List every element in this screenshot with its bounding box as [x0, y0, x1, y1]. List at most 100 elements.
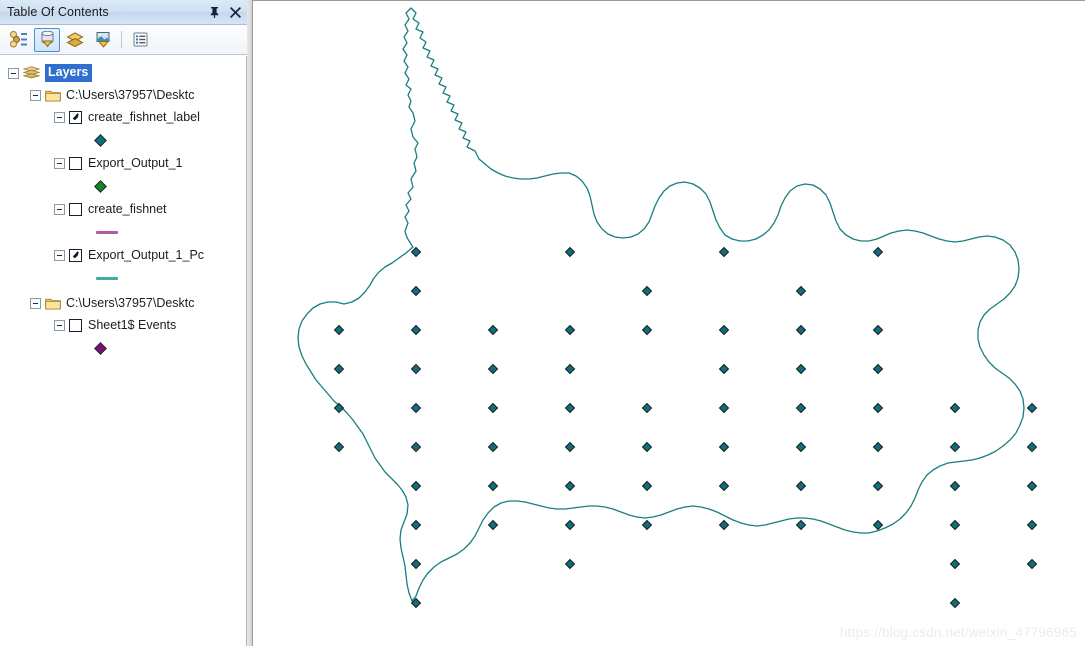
fishnet-label-point[interactable] [641, 441, 653, 453]
layer-tree[interactable]: Layers C:\Users\37957\Desktc create_fish… [0, 56, 247, 646]
fishnet-label-point[interactable] [718, 324, 730, 336]
fishnet-label-point[interactable] [564, 480, 576, 492]
fishnet-label-point[interactable] [795, 285, 807, 297]
expander-create-fishnet-label[interactable] [54, 111, 65, 123]
fishnet-label-point[interactable] [564, 246, 576, 258]
fishnet-label-point[interactable] [410, 519, 422, 531]
fishnet-label-point[interactable] [564, 519, 576, 531]
expander-sheet1-events[interactable] [54, 319, 65, 331]
expander-layers[interactable] [8, 67, 19, 79]
fishnet-label-point[interactable] [872, 246, 884, 258]
tree-label-group-0[interactable]: C:\Users\37957\Desktc [66, 89, 195, 102]
fishnet-label-point[interactable] [1026, 480, 1038, 492]
fishnet-label-point[interactable] [872, 480, 884, 492]
fishnet-label-point[interactable] [718, 246, 730, 258]
tree-node-layer-export-output-1[interactable]: Export_Output_1 [0, 152, 246, 174]
tree-label-sheet1-events[interactable]: Sheet1$ Events [88, 319, 176, 332]
fishnet-label-point[interactable] [1026, 402, 1038, 414]
fishnet-label-point[interactable] [564, 558, 576, 570]
fishnet-label-point[interactable] [333, 363, 345, 375]
fishnet-label-point[interactable] [872, 441, 884, 453]
fishnet-label-point[interactable] [564, 402, 576, 414]
tree-node-layer-create-fishnet[interactable]: create_fishnet [0, 198, 246, 220]
fishnet-label-point[interactable] [795, 363, 807, 375]
fishnet-label-point[interactable] [949, 402, 961, 414]
fishnet-label-point[interactable] [795, 402, 807, 414]
checkbox-sheet1-events[interactable] [69, 318, 82, 332]
checkbox-create-fishnet-label[interactable] [69, 110, 82, 124]
checkbox-export-output-1[interactable] [69, 156, 82, 170]
tree-node-layers[interactable]: Layers [0, 62, 246, 84]
tree-label-create-fishnet-label[interactable]: create_fishnet_label [88, 111, 200, 124]
pin-icon[interactable] [205, 3, 224, 22]
fishnet-label-point[interactable] [949, 519, 961, 531]
fishnet-label-point[interactable] [872, 324, 884, 336]
expander-group-0[interactable] [30, 89, 41, 101]
close-icon[interactable] [226, 3, 245, 22]
fishnet-label-point[interactable] [410, 285, 422, 297]
fishnet-label-point[interactable] [564, 363, 576, 375]
fishnet-label-point[interactable] [718, 441, 730, 453]
fishnet-label-point[interactable] [564, 324, 576, 336]
tree-label-export-output-1-pc[interactable]: Export_Output_1_Pc [88, 249, 204, 262]
expander-create-fishnet[interactable] [54, 203, 65, 215]
fishnet-label-point[interactable] [795, 480, 807, 492]
tree-node-group-1[interactable]: C:\Users\37957\Desktc [0, 292, 246, 314]
fishnet-label-point[interactable] [564, 441, 576, 453]
fishnet-label-point[interactable] [795, 519, 807, 531]
fishnet-label-point[interactable] [410, 558, 422, 570]
map-canvas[interactable]: https://blog.csdn.net/weixin_47796965 [252, 0, 1085, 646]
fishnet-label-point[interactable] [410, 441, 422, 453]
tree-label-group-1[interactable]: C:\Users\37957\Desktc [66, 297, 195, 310]
fishnet-label-point[interactable] [872, 363, 884, 375]
tree-label-layers[interactable]: Layers [45, 64, 93, 82]
fishnet-label-point[interactable] [872, 519, 884, 531]
list-by-selection-button[interactable] [90, 28, 116, 52]
tree-node-layer-sheet1-events[interactable]: Sheet1$ Events [0, 314, 246, 336]
fishnet-label-point[interactable] [410, 363, 422, 375]
fishnet-label-point[interactable] [872, 402, 884, 414]
fishnet-label-point[interactable] [410, 480, 422, 492]
fishnet-label-point[interactable] [1026, 558, 1038, 570]
fishnet-label-point[interactable] [949, 480, 961, 492]
fishnet-label-point[interactable] [487, 441, 499, 453]
fishnet-label-point[interactable] [641, 402, 653, 414]
fishnet-label-point[interactable] [410, 246, 422, 258]
list-by-visibility-button[interactable] [62, 28, 88, 52]
fishnet-label-point[interactable] [795, 441, 807, 453]
fishnet-label-point[interactable] [718, 480, 730, 492]
fishnet-label-point[interactable] [641, 285, 653, 297]
fishnet-label-point[interactable] [1026, 519, 1038, 531]
fishnet-label-point[interactable] [487, 402, 499, 414]
fishnet-label-point[interactable] [641, 519, 653, 531]
fishnet-label-point[interactable] [949, 441, 961, 453]
fishnet-label-point[interactable] [333, 441, 345, 453]
expander-export-output-1[interactable] [54, 157, 65, 169]
tree-node-layer-create-fishnet-label[interactable]: create_fishnet_label [0, 106, 246, 128]
fishnet-label-point[interactable] [641, 480, 653, 492]
fishnet-label-point[interactable] [718, 402, 730, 414]
fishnet-label-point[interactable] [333, 402, 345, 414]
fishnet-label-point[interactable] [333, 324, 345, 336]
expander-export-output-1-pc[interactable] [54, 249, 65, 261]
fishnet-label-point[interactable] [718, 519, 730, 531]
fishnet-label-point[interactable] [487, 363, 499, 375]
tree-label-export-output-1[interactable]: Export_Output_1 [88, 157, 183, 170]
tree-node-layer-export-output-1-pc[interactable]: Export_Output_1_Pc [0, 244, 246, 266]
fishnet-label-point[interactable] [487, 519, 499, 531]
fishnet-label-point[interactable] [1026, 441, 1038, 453]
fishnet-label-point[interactable] [487, 480, 499, 492]
fishnet-label-point[interactable] [641, 324, 653, 336]
fishnet-label-point[interactable] [487, 324, 499, 336]
fishnet-label-point[interactable] [795, 324, 807, 336]
fishnet-label-point[interactable] [949, 558, 961, 570]
checkbox-create-fishnet[interactable] [69, 202, 82, 216]
fishnet-label-point[interactable] [949, 597, 961, 609]
fishnet-label-point[interactable] [410, 324, 422, 336]
list-by-source-button[interactable] [34, 27, 60, 52]
list-by-drawing-order-button[interactable] [6, 28, 32, 52]
options-button[interactable] [127, 28, 153, 52]
tree-node-group-0[interactable]: C:\Users\37957\Desktc [0, 84, 246, 106]
tree-label-create-fishnet[interactable]: create_fishnet [88, 203, 167, 216]
expander-group-1[interactable] [30, 297, 41, 309]
